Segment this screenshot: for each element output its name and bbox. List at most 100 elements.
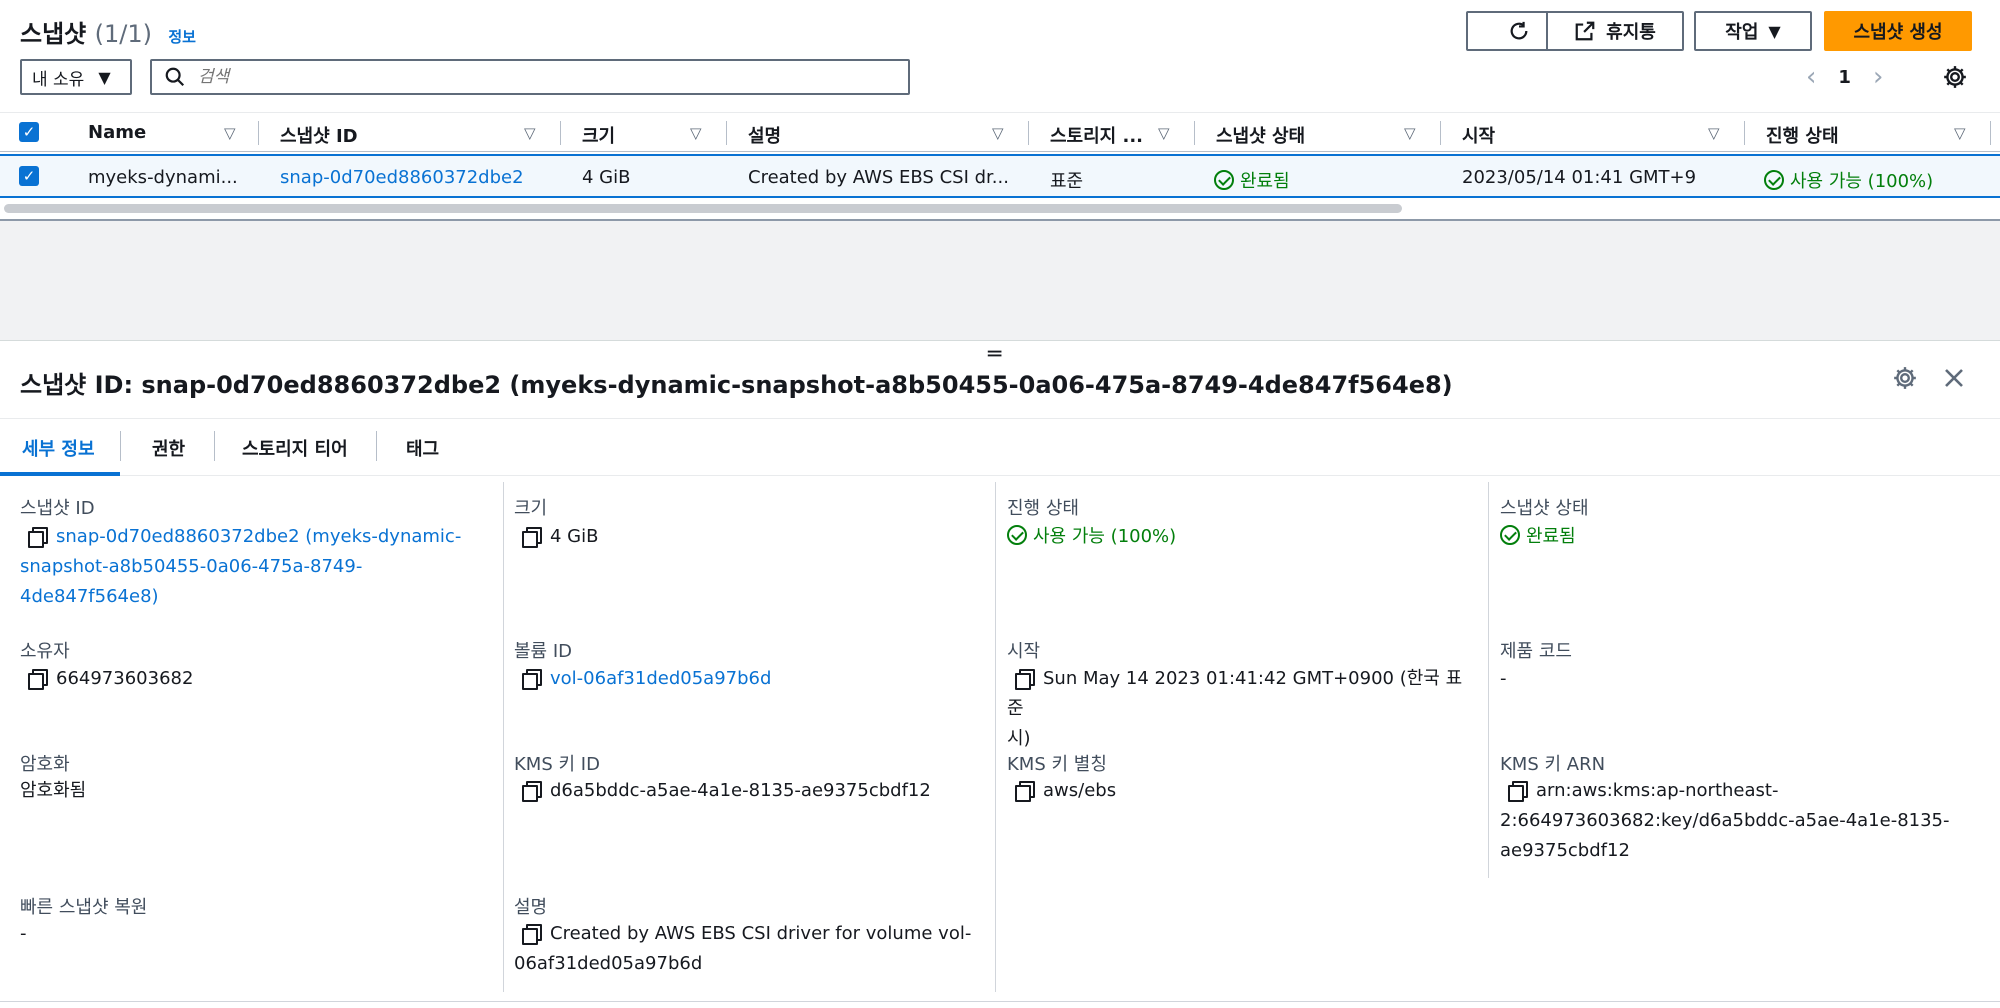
detail-tabs: 세부 정보 권한 스토리지 티어 태그	[0, 418, 2000, 476]
external-link-icon	[1575, 21, 1595, 41]
sort-icon[interactable]: ▽	[524, 124, 536, 142]
success-check-icon	[1007, 525, 1027, 545]
sort-icon[interactable]: ▽	[224, 124, 236, 142]
column-header-snapshot-id[interactable]: 스냅샷 ID	[280, 122, 358, 148]
state-text: 완료됨	[1526, 526, 1576, 547]
cell-started: 2023/05/14 01:41 GMT+9	[1462, 167, 1697, 188]
started-text: Sun May 14 2023 01:41:42 GMT+0900 (한국 표준	[1007, 668, 1463, 719]
cell-snapshot-id-link[interactable]: snap-0d70ed8860372dbe2	[280, 167, 524, 188]
recycle-bin-button[interactable]: 휴지통	[1546, 11, 1684, 51]
kms-arn-text: arn:aws:kms:ap-northeast-	[1536, 780, 1779, 801]
resize-handle-icon[interactable]: ═	[988, 342, 1001, 367]
description-text: Created by AWS EBS CSI driver for volume…	[550, 923, 972, 944]
column-header-snapshot-state[interactable]: 스냅샷 상태	[1216, 122, 1305, 148]
copy-icon[interactable]	[28, 669, 48, 690]
info-link[interactable]: 정보	[168, 28, 196, 46]
split-panel-gear-icon[interactable]	[1892, 365, 1918, 391]
success-check-icon	[1500, 525, 1520, 545]
tab-tags[interactable]: 태그	[406, 435, 439, 461]
copy-icon[interactable]	[1508, 781, 1528, 802]
select-all-checkbox[interactable]: ✓	[19, 122, 39, 142]
volume-id-label: 볼륨 ID	[514, 641, 573, 662]
caret-down-icon: ▼	[1768, 21, 1781, 41]
snapshot-id-link-line3[interactable]: 4de847f564e8)	[20, 582, 490, 612]
current-page[interactable]: 1	[1838, 67, 1851, 88]
table-row[interactable]: ✓ myeks-dynami... snap-0d70ed8860372dbe2…	[0, 154, 2000, 198]
encryption-value: 암호화됨	[20, 780, 87, 801]
horizontal-scrollbar[interactable]	[4, 204, 1402, 213]
split-panel-border	[0, 340, 2000, 341]
snapshot-id-link[interactable]: snap-0d70ed8860372dbe2 (myeks-dynamic-	[56, 526, 461, 547]
volume-id-link[interactable]: vol-06af31ded05a97b6d	[550, 668, 771, 689]
size-label: 크기	[514, 498, 548, 519]
column-header-progress[interactable]: 진행 상태	[1766, 122, 1839, 148]
column-divider[interactable]	[1028, 121, 1029, 145]
column-divider	[995, 482, 996, 992]
search-input[interactable]	[198, 67, 878, 87]
column-divider[interactable]	[1990, 121, 1991, 145]
search-box[interactable]	[150, 59, 910, 95]
kms-key-id-text: d6a5bddc-a5ae-4a1e-8135-ae9375cbdf12	[550, 780, 931, 801]
tab-divider	[120, 431, 121, 461]
previous-page-icon[interactable]: ‹	[1806, 62, 1816, 92]
create-snapshot-label: 스냅샷 생성	[1853, 22, 1943, 43]
column-divider[interactable]	[1440, 121, 1441, 145]
sort-icon[interactable]: ▽	[992, 124, 1004, 142]
next-page-icon[interactable]: ›	[1873, 62, 1883, 92]
sort-icon[interactable]: ▽	[1708, 124, 1720, 142]
fast-snapshot-restore-label: 빠른 스냅샷 복원	[20, 897, 148, 918]
column-divider[interactable]	[726, 121, 727, 145]
sort-icon[interactable]: ▽	[1954, 124, 1966, 142]
page-title: 스냅샷 (1/1) 정보	[20, 14, 196, 49]
column-header-storage-tier[interactable]: 스토리지 ...	[1050, 122, 1143, 148]
ownership-filter-select[interactable]: 내 소유 ▼	[20, 59, 132, 95]
column-divider[interactable]	[560, 121, 561, 145]
column-header-name[interactable]: Name	[88, 122, 146, 143]
copy-icon[interactable]	[522, 527, 542, 548]
copy-icon[interactable]	[522, 781, 542, 802]
column-divider	[1488, 482, 1489, 878]
table-header: ✓ Name ▽ 스냅샷 ID ▽ 크기 ▽ 설명 ▽ 스토리지 ... ▽ 스…	[0, 112, 2000, 152]
tab-divider	[214, 431, 215, 461]
copy-icon[interactable]	[1015, 781, 1035, 802]
split-gap	[0, 221, 2000, 341]
tab-permissions[interactable]: 권한	[152, 435, 185, 461]
size-value: 4 GiB	[514, 522, 598, 552]
sort-icon[interactable]: ▽	[1404, 124, 1416, 142]
refresh-icon	[1510, 21, 1528, 40]
tab-details[interactable]: 세부 정보	[22, 435, 95, 461]
column-header-description[interactable]: 설명	[748, 122, 781, 148]
snapshot-count: (1/1)	[94, 20, 152, 48]
detail-bottom-border	[0, 1001, 2000, 1002]
column-divider[interactable]	[258, 121, 259, 145]
copy-icon[interactable]	[522, 669, 542, 690]
sort-icon[interactable]: ▽	[1158, 124, 1170, 142]
title-text: 스냅샷	[20, 20, 87, 48]
description-text-line2: 06af31ded05a97b6d	[514, 953, 703, 974]
copy-icon[interactable]	[1015, 669, 1035, 690]
copy-icon[interactable]	[522, 924, 542, 945]
actions-button[interactable]: 작업 ▼	[1694, 11, 1812, 51]
state-text: 완료됨	[1240, 171, 1290, 192]
column-header-started[interactable]: 시작	[1462, 122, 1495, 148]
progress-text: 사용 가능 (100%)	[1033, 526, 1177, 547]
column-divider[interactable]	[1194, 121, 1195, 145]
progress-value: 사용 가능 (100%)	[1007, 522, 1176, 552]
success-check-icon	[1764, 170, 1784, 190]
filter-selected-value: 내 소유	[32, 69, 85, 90]
volume-id-value: vol-06af31ded05a97b6d	[514, 664, 771, 694]
create-snapshot-button[interactable]: 스냅샷 생성	[1824, 11, 1972, 51]
row-checkbox[interactable]: ✓	[19, 166, 39, 186]
kms-arn-text-line2: 2:664973603682:key/d6a5bddc-a5ae-4a1e-81…	[1500, 810, 1950, 831]
size-text: 4 GiB	[550, 526, 599, 547]
sort-icon[interactable]: ▽	[690, 124, 702, 142]
snapshot-id-link-line2[interactable]: snapshot-a8b50455-0a06-475a-8749-	[20, 552, 490, 582]
close-icon[interactable]	[1942, 366, 1966, 390]
copy-icon[interactable]	[28, 527, 48, 548]
product-code-value: -	[1500, 668, 1507, 689]
cell-size: 4 GiB	[582, 167, 631, 188]
column-divider[interactable]	[1744, 121, 1745, 145]
preferences-gear-icon[interactable]	[1942, 64, 1968, 90]
tab-storage-tier[interactable]: 스토리지 티어	[242, 435, 348, 461]
column-header-size[interactable]: 크기	[582, 122, 615, 148]
